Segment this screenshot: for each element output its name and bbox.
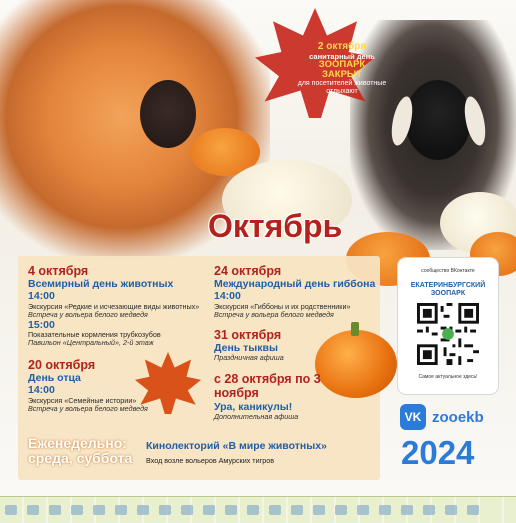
qr-bottom-text: Самое актуальное здесь!	[418, 374, 478, 381]
animal-icon	[291, 505, 303, 515]
weekly-days: среда, суббота	[28, 450, 133, 467]
event-date: 24 октября	[214, 264, 282, 278]
animal-icon	[401, 505, 413, 515]
event-date: с 28 октября по 3 ноября	[214, 372, 321, 401]
event-note-2: Павильон «Центральный», 2-й этаж	[28, 338, 154, 348]
animal-icon	[247, 505, 259, 515]
event-20-oct: 20 октября День отца 14:00 Экскурсия «Се…	[28, 358, 148, 413]
event-date: 4 октября	[28, 264, 89, 278]
footer-animal-strip	[0, 496, 516, 523]
animal-icon	[115, 505, 127, 515]
vk-handle: zooekb	[432, 408, 484, 426]
event-date: 20 октября	[28, 358, 96, 372]
animal-icon	[27, 505, 39, 515]
event-note: Дополнительная афиша	[214, 411, 299, 421]
animal-icon	[93, 505, 105, 515]
animal-icon	[71, 505, 83, 515]
animal-icon	[181, 505, 193, 515]
poster: 2 октября санитарный день ЗООПАРК ЗАКРЫТ…	[0, 0, 516, 523]
weekly-label: Еженедельно: среда, суббота	[28, 435, 133, 467]
vk-link[interactable]: VK zooekb	[400, 404, 484, 430]
month-title: Октябрь	[208, 208, 343, 244]
animal-icon	[225, 505, 237, 515]
event-24-oct: 24 октября Международный день гиббона 14…	[214, 264, 380, 319]
event-note: Праздничная афиша	[214, 353, 284, 363]
lecture-location: Вход возле вольеров Амурских тигров	[146, 456, 275, 465]
event-holidays: с 28 октября по 3 ноября Ура, каникулы! …	[214, 372, 324, 421]
animal-icon	[49, 505, 61, 515]
event-note: Встреча у вольера белого медведя	[28, 309, 148, 319]
animal-icon	[467, 505, 479, 515]
qr-community-name: ЕКАТЕРИНБУРГСКИЙ ЗООПАРК	[410, 282, 486, 297]
orange-gibbon-face	[140, 80, 196, 148]
closed-reason: для посетителей животные отдыхают	[297, 80, 387, 95]
qr-top-text: сообщество ВКонтакте	[421, 268, 475, 274]
event-date: 31 октября	[214, 328, 282, 342]
pumpkin-icon	[315, 330, 397, 398]
black-gibbon-face	[405, 80, 471, 160]
animal-icon	[423, 505, 435, 515]
vk-logo-icon: VK	[400, 404, 426, 430]
event-name: День отца	[28, 372, 81, 385]
event-name: Международный день гиббона	[214, 278, 376, 291]
animal-icon	[5, 505, 17, 515]
pumpkin-stem-icon	[351, 322, 359, 336]
qr-card[interactable]: сообщество ВКонтакте ЕКАТЕРИНБУРГСКИЙ ЗО…	[398, 258, 498, 394]
animal-icon	[379, 505, 391, 515]
closed-line2: ЗАКРЫТ	[321, 69, 363, 81]
qr-code-icon[interactable]	[417, 303, 479, 366]
year: 2024	[401, 434, 475, 471]
animal-icon	[269, 505, 281, 515]
animal-icon	[445, 505, 457, 515]
event-name: Ура, каникулы!	[214, 400, 293, 413]
closed-notice: 2 октября санитарный день ЗООПАРК ЗАКРЫТ…	[287, 41, 397, 95]
animal-icon	[335, 505, 347, 515]
event-note: Встреча у вольера белого медведя	[28, 403, 148, 413]
closed-date: 2 октября	[317, 41, 367, 52]
animal-icon	[357, 505, 369, 515]
event-4-oct: 4 октября Всемирный день животных 14:00 …	[28, 264, 208, 348]
event-31-oct: 31 октября День тыквы Праздничная афиша	[214, 328, 314, 363]
animal-icon	[313, 505, 325, 515]
event-time: 14:00	[214, 290, 241, 303]
event-name: Всемирный день животных	[28, 278, 174, 291]
animal-icon	[137, 505, 149, 515]
animal-icon	[203, 505, 215, 515]
event-time: 14:00	[28, 290, 55, 303]
event-note: Встреча у вольера белого медведя	[214, 309, 334, 319]
animal-icon	[159, 505, 171, 515]
event-time: 14:00	[28, 384, 55, 397]
lecture-title: Кинолекторий «В мире животных»	[146, 440, 327, 452]
